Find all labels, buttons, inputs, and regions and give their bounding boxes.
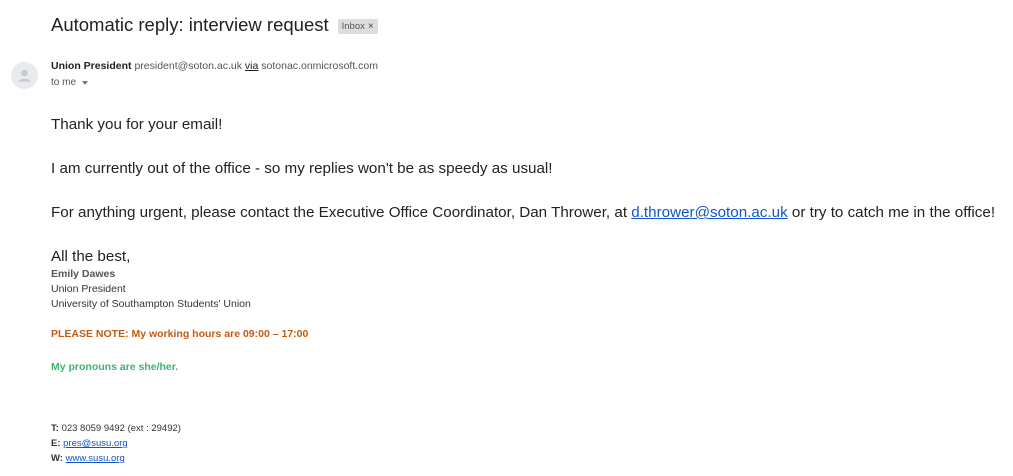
body-line-thanks: Thank you for your email! [51, 116, 223, 133]
recipient-text: to me [51, 77, 77, 88]
subject-header: Automatic reply: interview request Inbox… [51, 14, 378, 36]
default-avatar-icon [11, 62, 38, 89]
contact-email: E: pres@susu.org [51, 438, 128, 449]
contact-email-link[interactable]: pres@susu.org [63, 438, 128, 449]
phone-label: T: [51, 423, 59, 434]
inbox-label[interactable]: Inbox × [337, 18, 378, 34]
signature-org: University of Southampton Students' Unio… [51, 298, 251, 310]
email-subject: Automatic reply: interview request [51, 14, 329, 35]
via-domain: sotonac.onmicrosoft.com [261, 60, 378, 72]
contact-phone: T: 023 8059 9492 (ext : 29492) [51, 423, 181, 434]
website-link[interactable]: www.susu.org [66, 453, 125, 464]
body-line-urgent: For anything urgent, please contact the … [51, 204, 995, 221]
sender-email: president@soton.ac.uk [134, 60, 242, 72]
phone-number: 023 8059 9492 (ext : 29492) [61, 423, 181, 434]
urgent-prefix: For anything urgent, please contact the … [51, 204, 632, 221]
web-label: W: [51, 453, 63, 464]
sender-line: Union President president@soton.ac.uk vi… [51, 60, 378, 72]
inbox-label-text: Inbox [341, 20, 365, 32]
body-line-out-of-office: I am currently out of the office - so my… [51, 160, 553, 177]
sender-avatar[interactable] [11, 62, 38, 89]
signature-title: Union President [51, 283, 126, 295]
urgent-suffix: or try to catch me in the office! [787, 204, 996, 221]
working-hours-note: PLEASE NOTE: My working hours are 09:00 … [51, 328, 309, 340]
pronouns-note: My pronouns are she/her. [51, 361, 179, 373]
contact-web: W: www.susu.org [51, 453, 125, 464]
coordinator-email-link[interactable]: d.thrower@soton.ac.uk [631, 204, 787, 221]
signature-name: Emily Dawes [51, 268, 116, 280]
closing-line: All the best, [51, 248, 131, 265]
chevron-down-icon[interactable] [82, 81, 89, 85]
remove-label-icon[interactable]: × [368, 21, 374, 32]
sender-name[interactable]: Union President [51, 60, 132, 72]
email-label: E: [51, 438, 61, 449]
via-link[interactable]: via [245, 60, 258, 72]
recipient-toggle[interactable]: to me [51, 77, 89, 88]
